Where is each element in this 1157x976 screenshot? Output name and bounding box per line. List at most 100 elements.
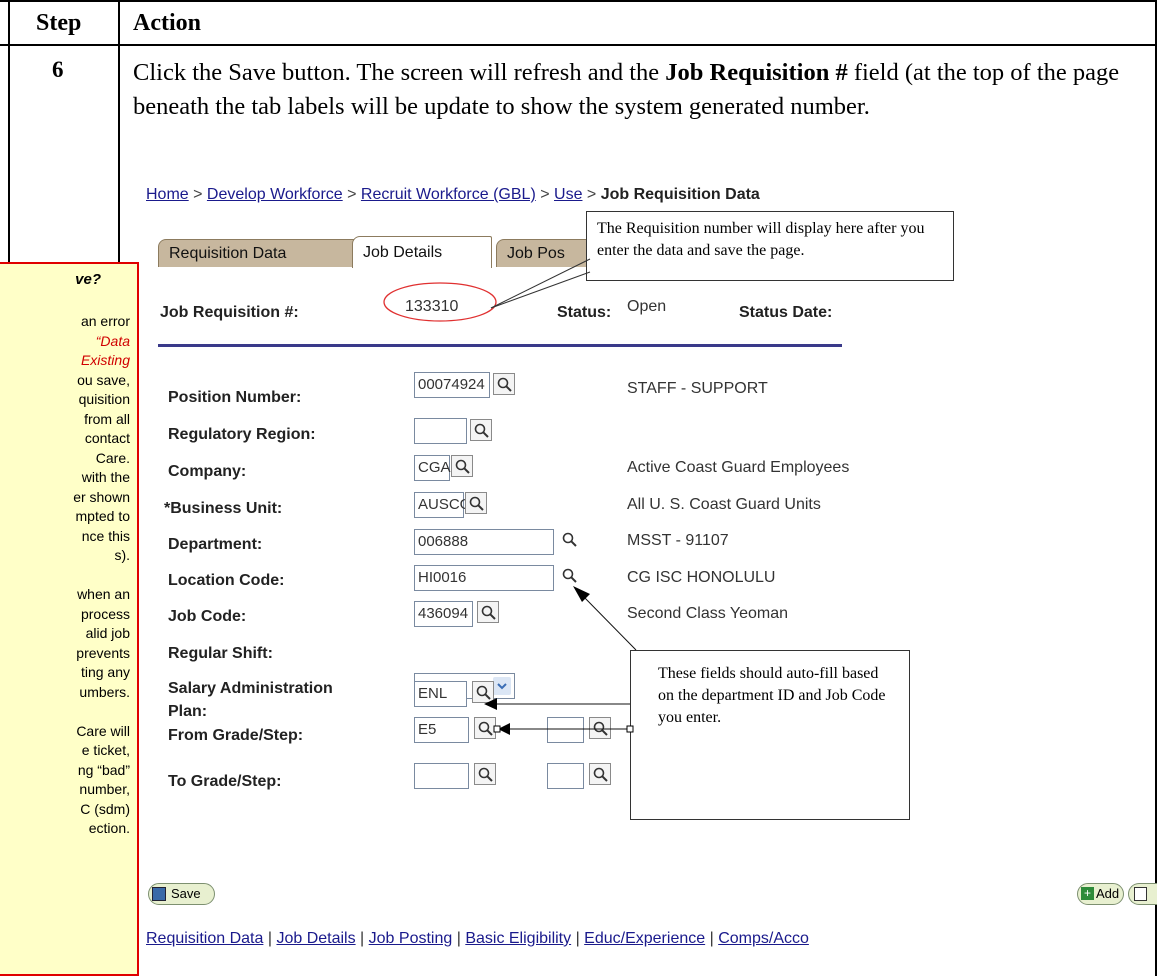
note-line: er shown [73, 488, 130, 505]
note-line: an error [80, 313, 130, 329]
footer-separator: | [263, 930, 277, 947]
table-top-border [0, 0, 1157, 2]
instruction-part-1: Click the Save button. The screen will r… [133, 59, 666, 86]
tab-job-details[interactable]: Job Details [352, 236, 492, 268]
breadcrumb-home-link[interactable]: Home [146, 186, 189, 203]
tab-requisition-data[interactable]: Requisition Data [158, 239, 356, 267]
save-icon [152, 887, 166, 901]
status-label: Status: [557, 304, 612, 321]
company-description: Active Coast Guard Employees [627, 459, 850, 476]
breadcrumb-separator: > [535, 186, 555, 203]
note-line [73, 702, 130, 722]
location-code-label: Location Code: [168, 572, 285, 589]
footer-separator: | [571, 930, 585, 947]
business-unit-input[interactable]: AUSCG [414, 492, 471, 518]
note-line: e ticket, [81, 742, 130, 758]
breadcrumb-separator: > [582, 186, 601, 203]
callout-autofill: These fields should auto-fill based on t… [630, 650, 910, 820]
footer-link[interactable]: Comps/Acco [718, 930, 809, 947]
from-step-input[interactable] [547, 717, 584, 743]
note-line: “Data [95, 332, 130, 349]
search-icon[interactable] [589, 717, 611, 739]
note-line: contact [84, 430, 130, 446]
note-line: Care. [95, 449, 130, 466]
note-line: nce this [81, 527, 130, 544]
breadcrumb: Home > Develop Workforce > Recruit Workf… [146, 186, 760, 204]
job-code-label: Job Code: [168, 608, 247, 625]
note-line [73, 566, 130, 586]
save-label: Save [171, 886, 201, 901]
instruction-text: Click the Save button. The screen will r… [133, 56, 1143, 124]
note-line: umbers. [79, 683, 130, 700]
search-icon[interactable] [474, 717, 496, 739]
update-icon [1134, 887, 1147, 901]
to-step-input[interactable] [547, 763, 584, 789]
from-grade-input[interactable]: E5 [414, 717, 469, 743]
note-line: prevents [76, 644, 130, 661]
note-line: ection. [88, 820, 130, 836]
note-line: Care will [76, 722, 130, 739]
save-button[interactable]: Save [148, 883, 215, 905]
department-input[interactable]: 006888 [414, 529, 554, 555]
salary-admin-plan-input[interactable]: ENL [414, 681, 467, 707]
location-code-input[interactable]: HI0016 [414, 565, 554, 591]
footer-link[interactable]: Requisition Data [146, 930, 263, 947]
chevron-down-icon [493, 677, 511, 695]
add-icon: + [1081, 887, 1094, 900]
breadcrumb-current: Job Requisition Data [600, 186, 760, 203]
footer-link[interactable]: Job Details [276, 930, 355, 947]
regulatory-region-label: Regulatory Region: [168, 426, 316, 443]
status-date-label: Status Date: [739, 304, 833, 321]
note-line: process [80, 605, 130, 622]
position-number-input[interactable]: 00074924 [414, 372, 490, 398]
search-icon[interactable] [589, 763, 611, 785]
search-icon[interactable] [493, 373, 515, 395]
search-icon[interactable] [477, 601, 499, 623]
note-line: ou save, [77, 371, 130, 388]
note-line: C (sdm) [80, 800, 130, 817]
action-column-header: Action [133, 10, 201, 36]
regulatory-region-input[interactable] [414, 418, 467, 444]
breadcrumb-separator: > [342, 186, 361, 203]
company-input[interactable]: CGA [414, 455, 451, 481]
breadcrumb-develop-link[interactable]: Develop Workforce [207, 186, 343, 203]
left-column-border [8, 0, 10, 262]
note-line: number, [79, 781, 130, 797]
breadcrumb-separator: > [188, 186, 207, 203]
footer-link[interactable]: Job Posting [369, 930, 453, 947]
search-icon[interactable] [451, 455, 473, 477]
location-arrow-head [573, 586, 590, 602]
business-unit-label: *Business Unit: [164, 500, 283, 517]
footer-separator: | [355, 930, 369, 947]
footer-separator: | [705, 930, 719, 947]
note-line: when an [77, 586, 130, 602]
search-icon[interactable] [559, 565, 581, 587]
search-icon[interactable] [559, 529, 581, 551]
footer-link[interactable]: Basic Eligibility [465, 930, 571, 947]
salary-admin-plan-label-2: Plan: [168, 703, 208, 720]
search-icon[interactable] [465, 492, 487, 514]
search-icon[interactable] [470, 419, 492, 441]
job-code-description: Second Class Yeoman [627, 605, 788, 622]
add-button[interactable]: + Add [1077, 883, 1124, 905]
status-value: Open [627, 298, 667, 315]
breadcrumb-use-link[interactable]: Use [554, 186, 582, 203]
department-label: Department: [168, 536, 263, 553]
note-line: ng “bad” [77, 761, 130, 778]
company-label: Company: [168, 463, 247, 480]
to-grade-input[interactable] [414, 763, 469, 789]
breadcrumb-recruit-link[interactable]: Recruit Workforce (GBL) [361, 186, 536, 203]
callout-requisition-number: The Requisition number will display here… [586, 211, 954, 281]
search-icon[interactable] [474, 763, 496, 785]
note-line: alid job [85, 625, 130, 641]
note-line: from all [84, 410, 130, 427]
regular-shift-label: Regular Shift: [168, 645, 273, 662]
update-button[interactable] [1128, 883, 1157, 905]
search-icon[interactable] [472, 681, 494, 703]
job-code-input[interactable]: 436094 [414, 601, 473, 627]
business-unit-description: All U. S. Coast Guard Units [627, 496, 821, 513]
note-body: an error “Data Existing ou save, quisition fr… [73, 312, 130, 839]
add-label: Add [1096, 886, 1120, 901]
footer-nav: Requisition Data | Job Details | Job Pos… [146, 930, 809, 948]
footer-link[interactable]: Educ/Experience [584, 930, 705, 947]
